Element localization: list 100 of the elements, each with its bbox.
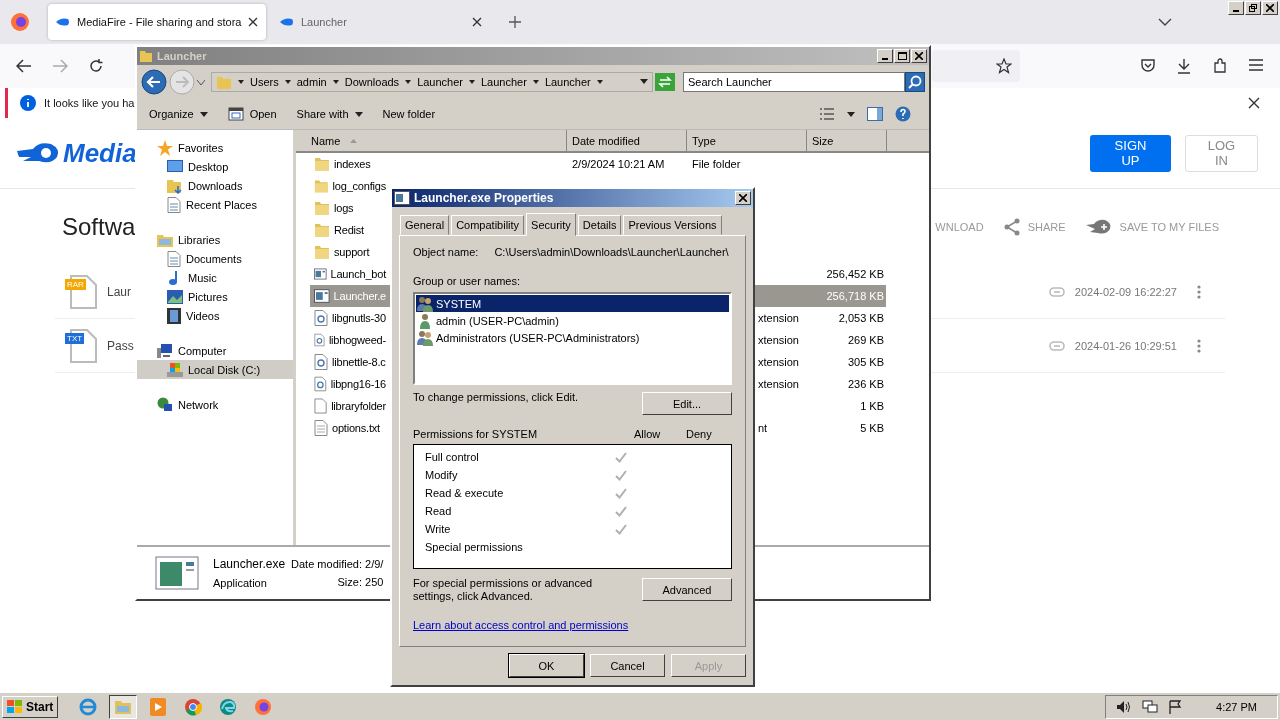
sign-up-button[interactable]: SIGN UP	[1090, 134, 1171, 172]
extensions-icon[interactable]	[1212, 58, 1228, 74]
breadcrumb-item[interactable]: Users	[250, 76, 279, 88]
file-name[interactable]: libpng16-16	[310, 376, 386, 392]
file-name[interactable]: Launch_bot	[310, 267, 386, 281]
column-header[interactable]: Name	[296, 130, 567, 151]
nav-item[interactable]: Local Disk (C:)	[137, 360, 293, 379]
search-field[interactable]: Search Launcher	[683, 72, 905, 92]
column-header[interactable]: Date modified	[567, 130, 687, 151]
browser-tab[interactable]: MediaFire - File sharing and stora	[48, 4, 266, 40]
toolbar-button[interactable]: Open	[219, 104, 285, 124]
caret-icon[interactable]	[532, 79, 539, 85]
view-options-icon[interactable]	[819, 108, 835, 120]
menu-button[interactable]: Share with	[288, 105, 371, 123]
close-button[interactable]	[1262, 1, 1278, 15]
preview-pane-icon[interactable]	[867, 107, 883, 121]
new-tab-icon[interactable]	[508, 15, 522, 29]
back-icon[interactable]	[16, 59, 32, 73]
refresh-icon[interactable]	[655, 73, 675, 91]
close-button[interactable]	[911, 49, 927, 63]
nav-item[interactable]: Videos	[137, 306, 293, 325]
breadcrumb-item[interactable]: Launcher	[481, 76, 527, 88]
minimize-button[interactable]	[877, 49, 893, 63]
network-icon[interactable]	[1142, 699, 1159, 714]
minimize-button[interactable]	[1228, 1, 1244, 15]
file-name[interactable]: libraryfolder	[310, 398, 386, 414]
file-name[interactable]: libgnutls-30	[310, 310, 386, 326]
nav-item[interactable]: Music	[137, 268, 293, 287]
start-button[interactable]: Start	[2, 695, 59, 718]
edit-button[interactable]: Edit...	[642, 392, 732, 415]
nav-item[interactable]: Downloads	[137, 176, 293, 195]
breadcrumb-item[interactable]: admin	[296, 76, 327, 88]
firefox-icon[interactable]	[10, 12, 30, 32]
file-name[interactable]: options.txt	[310, 420, 386, 436]
nav-item[interactable]: Favorites	[137, 138, 293, 157]
volume-icon[interactable]	[1116, 699, 1133, 714]
column-header[interactable]: Type	[687, 130, 807, 151]
breadcrumb-item[interactable]: Downloads	[344, 76, 400, 88]
nav-item[interactable]: Documents	[137, 249, 293, 268]
file-name[interactable]: Laur	[107, 284, 132, 299]
close-button[interactable]	[735, 191, 751, 205]
site-logo[interactable]: Media	[63, 137, 137, 169]
close-icon[interactable]	[472, 17, 482, 27]
breadcrumb-item[interactable]: Launcher	[417, 76, 463, 88]
dropdown-icon[interactable]	[640, 79, 648, 85]
flame-plus-icon[interactable]	[1085, 219, 1112, 235]
flag-icon[interactable]	[1168, 699, 1183, 714]
help-icon[interactable]	[895, 106, 911, 122]
nav-item[interactable]: Libraries	[137, 230, 293, 249]
share-icon[interactable]	[1003, 218, 1020, 236]
nav-item[interactable]: Network	[137, 395, 293, 414]
cancel-button[interactable]: Cancel	[590, 654, 665, 677]
log-in-button[interactable]: LOG IN	[1185, 134, 1258, 172]
menu-icon[interactable]	[1248, 58, 1264, 72]
user-item[interactable]: Administrators (USER-PC\Administrators)	[416, 329, 729, 346]
advanced-button[interactable]: Advanced	[642, 578, 732, 601]
file-name[interactable]: Pass	[107, 338, 134, 353]
file-name[interactable]: log_configs	[310, 178, 386, 194]
dialog-tab[interactable]: Compatibility	[451, 215, 525, 235]
menu-button[interactable]: Organize	[141, 105, 216, 123]
nav-item[interactable]: Pictures	[137, 287, 293, 306]
toolbar-button[interactable]: New folder	[374, 105, 444, 123]
file-name[interactable]: libhogweed-	[310, 332, 386, 348]
ok-button[interactable]: OK	[509, 654, 584, 677]
file-name[interactable]: libnettle-8.c	[310, 354, 386, 370]
browser-tab[interactable]: Launcher	[272, 4, 490, 40]
breadcrumb-item[interactable]: Launcher	[544, 76, 591, 88]
back-button-icon[interactable]	[141, 69, 167, 95]
nav-item[interactable]: Desktop	[137, 157, 293, 176]
bookmark-star-icon[interactable]	[996, 58, 1012, 74]
caret-icon[interactable]	[469, 79, 475, 85]
user-item[interactable]: admin (USER-PC\admin)	[416, 312, 729, 329]
user-item[interactable]: SYSTEM	[416, 295, 729, 312]
close-icon[interactable]	[1248, 97, 1260, 109]
caret-icon[interactable]	[238, 79, 244, 85]
caret-icon[interactable]	[284, 79, 291, 85]
restore-button[interactable]	[1245, 1, 1261, 15]
dialog-tab[interactable]: General	[400, 215, 450, 235]
pocket-icon[interactable]	[1140, 58, 1156, 74]
caret-icon[interactable]	[847, 111, 855, 117]
file-name[interactable]: indexes	[310, 156, 386, 172]
more-icon[interactable]	[1197, 338, 1201, 353]
caret-icon[interactable]	[596, 79, 603, 85]
column-header[interactable]: Size	[807, 130, 887, 151]
address-field[interactable]: Users admin Downloads Launcher Launcher Launcher	[211, 72, 653, 92]
file-name[interactable]: support	[310, 244, 386, 260]
maximize-button[interactable]	[894, 49, 910, 63]
caret-icon[interactable]	[332, 79, 339, 85]
nav-item[interactable]: Computer	[137, 341, 293, 360]
nav-item[interactable]: Recent Places	[137, 195, 293, 214]
taskbar-button[interactable]	[109, 694, 138, 719]
help-link[interactable]: Learn about access control and permissions	[413, 619, 732, 631]
tab-list-icon[interactable]	[1158, 18, 1172, 26]
dialog-tab[interactable]: Previous Versions	[623, 215, 722, 235]
more-icon[interactable]	[1197, 284, 1201, 299]
search-button[interactable]	[905, 72, 925, 92]
download-icon[interactable]	[1176, 58, 1192, 74]
reload-icon[interactable]	[88, 58, 104, 74]
caret-icon[interactable]	[405, 79, 412, 85]
dialog-tab[interactable]: Security	[526, 213, 576, 236]
